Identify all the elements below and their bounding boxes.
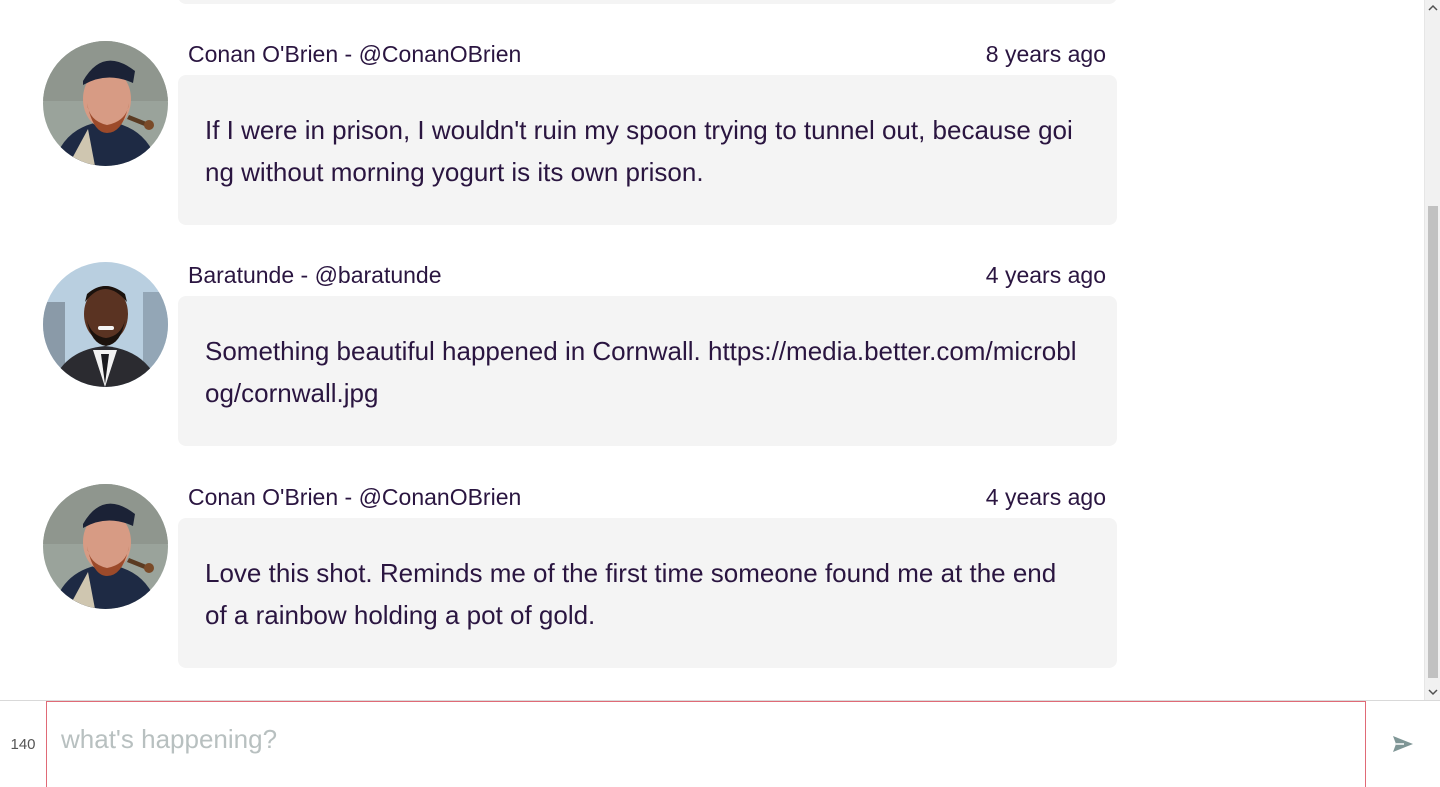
scrollbar-thumb[interactable] [1428, 206, 1438, 678]
post-timestamp: 8 years ago [985, 41, 1106, 67]
send-button[interactable] [1366, 701, 1440, 787]
character-counter: 140 [10, 735, 36, 753]
post-author[interactable]: Baratunde - @baratunde [188, 262, 442, 289]
post-author[interactable]: Conan O'Brien - @ConanOBrien [188, 41, 521, 68]
post-bubble: Love this shot. Reminds me of the first … [178, 518, 1117, 668]
post-timestamp: 4 years ago [985, 484, 1106, 510]
conan-avatar-image [43, 484, 168, 609]
compose-bar: 140 [0, 700, 1440, 787]
conan-avatar-image [43, 41, 168, 166]
post-text: Something beautiful happened in Cornwall… [205, 336, 1077, 408]
feed-scrollbar[interactable] [1424, 0, 1440, 700]
post-bubble: Something beautiful happened in Cornwall… [178, 296, 1117, 446]
post-bubble: If I were in prison, I wouldn't ruin my … [178, 75, 1117, 225]
avatar[interactable] [43, 484, 168, 609]
post-timestamp: 4 years ago [985, 262, 1106, 288]
avatar[interactable] [43, 41, 168, 166]
post-author[interactable]: Conan O'Brien - @ConanOBrien [188, 484, 521, 511]
post-text: If I were in prison, I wouldn't ruin my … [205, 115, 1073, 187]
compose-input[interactable] [46, 701, 1366, 787]
scroll-down-arrow-icon[interactable] [1425, 684, 1440, 700]
post-text: Love this shot. Reminds me of the first … [205, 558, 1057, 630]
scroll-up-arrow-icon[interactable] [1425, 0, 1440, 16]
feed: Conan O'Brien - @ConanOBrien 8 years ago… [0, 0, 1424, 700]
send-icon [1393, 736, 1413, 752]
baratunde-avatar-image [43, 262, 168, 387]
avatar[interactable] [43, 262, 168, 387]
previous-post-bubble [178, 0, 1117, 4]
